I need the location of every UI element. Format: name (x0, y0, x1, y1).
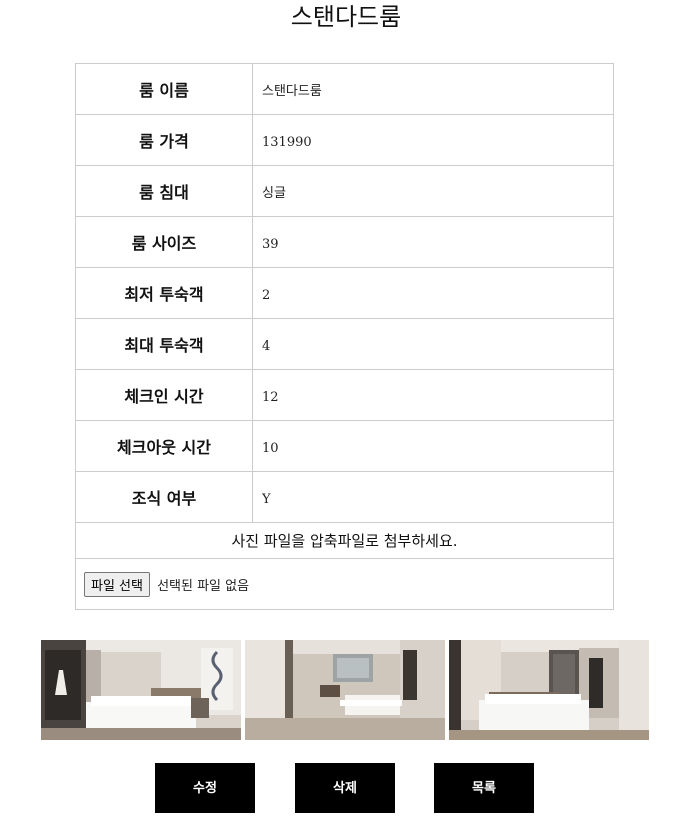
room-size-input[interactable] (262, 236, 522, 252)
page-title: 스탠다드룸 (290, 3, 402, 31)
form-row-room-bed: 룸 침대 (75, 165, 614, 217)
form-row-checkout-time: 체크아웃 시간 (75, 420, 614, 472)
form-row-max-guests: 최대 투숙객 (75, 318, 614, 370)
form-row-file: 파일 선택 선택된 파일 없음 (75, 558, 614, 610)
form-label: 룸 사이즈 (75, 216, 253, 268)
form-row-breakfast: 조식 여부 (75, 471, 614, 523)
min-guests-input[interactable] (262, 287, 522, 303)
room-name-input[interactable] (262, 81, 522, 97)
delete-button[interactable]: 삭제 (295, 763, 395, 813)
room-photo (449, 640, 649, 740)
checkout-time-input[interactable] (262, 440, 522, 456)
form-row-checkin-time: 체크인 시간 (75, 369, 614, 421)
room-price-input[interactable] (262, 134, 522, 150)
form-row-room-name: 룸 이름 (75, 63, 614, 115)
room-photo-image (245, 640, 445, 740)
form-label: 최저 투숙객 (75, 267, 253, 319)
list-button[interactable]: 목록 (434, 763, 534, 813)
form-label: 룸 침대 (75, 165, 253, 217)
form-row-room-size: 룸 사이즈 (75, 216, 614, 268)
form-row-min-guests: 최저 투숙객 (75, 267, 614, 319)
max-guests-input[interactable] (262, 338, 522, 354)
form-label: 룸 가격 (75, 114, 253, 166)
form-label: 룸 이름 (75, 63, 253, 115)
room-photo-image (449, 640, 649, 740)
action-button-row: 수정 삭제 목록 (0, 763, 692, 813)
form-label: 체크아웃 시간 (75, 420, 253, 472)
room-photo (41, 640, 241, 740)
room-photo-gallery (41, 640, 649, 740)
checkin-time-input[interactable] (262, 389, 522, 405)
form-row-room-price: 룸 가격 (75, 114, 614, 166)
form-label: 체크인 시간 (75, 369, 253, 421)
edit-button[interactable]: 수정 (155, 763, 255, 813)
form-row-notice: 사진 파일을 압축파일로 첨부하세요. (75, 522, 614, 559)
breakfast-input[interactable] (262, 491, 522, 507)
form-label: 조식 여부 (75, 471, 253, 523)
file-select-button[interactable]: 파일 선택 (84, 571, 150, 597)
room-photo (245, 640, 445, 740)
room-bed-input[interactable] (262, 183, 522, 199)
file-notice: 사진 파일을 압축파일로 첨부하세요. (75, 522, 614, 559)
file-status-text: 선택된 파일 없음 (157, 578, 250, 594)
room-photo-image (41, 640, 241, 740)
room-form-table: 룸 이름 룸 가격 룸 침대 룸 사이즈 최저 투숙객 최대 투숙객 체크인 시… (75, 63, 614, 610)
form-label: 최대 투숙객 (75, 318, 253, 370)
